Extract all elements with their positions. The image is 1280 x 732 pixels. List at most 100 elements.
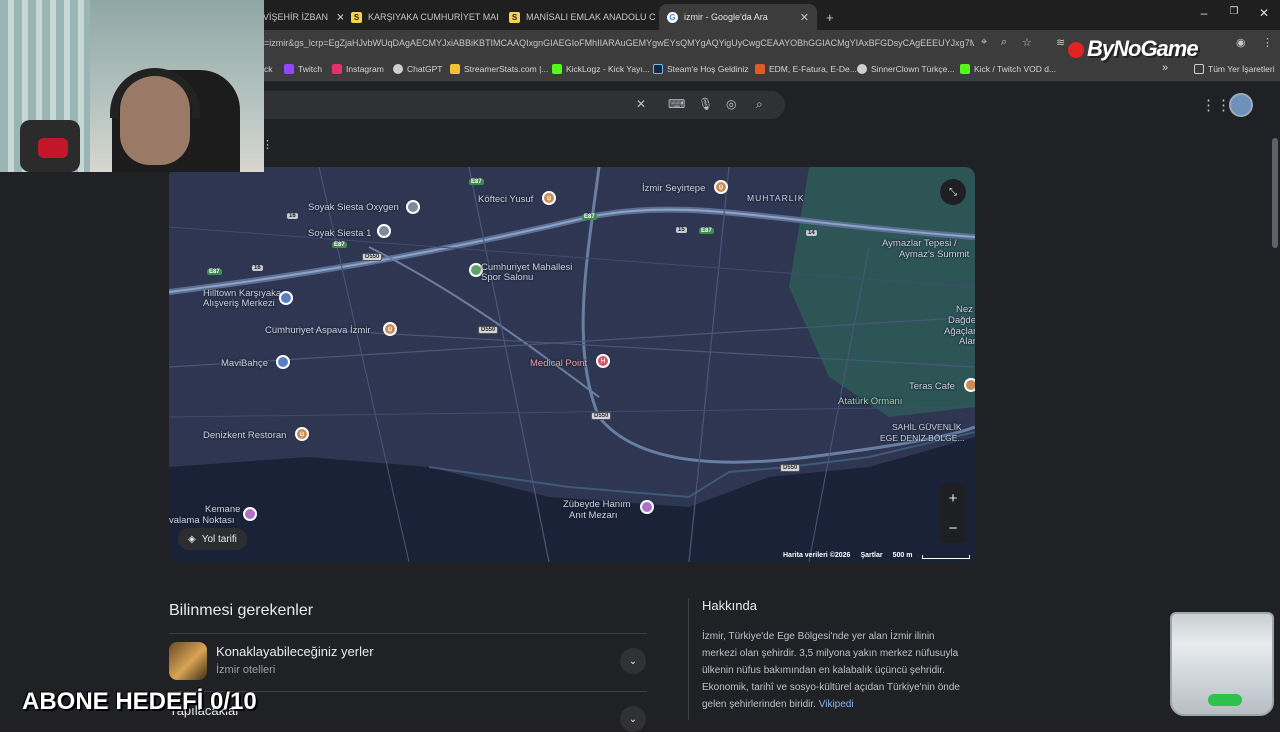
map-label[interactable]: SAHİL GÜVENLİK: [892, 422, 962, 432]
road-shield: E87: [207, 269, 222, 275]
search-icon[interactable]: ⌕: [756, 97, 763, 112]
map-label[interactable]: Teras Cafe: [909, 381, 955, 392]
bookmark-star-icon[interactable]: ☆: [1022, 36, 1032, 49]
chevron-down-icon[interactable]: ⌄: [620, 706, 646, 732]
bookmark-steam[interactable]: Steam'e Hoş Geldiniz: [653, 64, 748, 74]
tab-google-search[interactable]: G izmir - Google'da Ara ✕: [659, 4, 817, 30]
wikipedia-link[interactable]: Vikipedi: [819, 699, 854, 710]
map-label[interactable]: EGE DENİZ BÖLGE...: [880, 433, 965, 443]
about-title: Hakkında: [702, 598, 757, 613]
tab-karsiyaka[interactable]: S KARŞIYAKA CUMHURİYET MAH ✕: [343, 4, 498, 30]
bookmark-chatgpt[interactable]: ChatGPT: [393, 64, 442, 74]
road-shield: 14: [806, 230, 817, 236]
logo-text: ByNoGame: [1087, 36, 1198, 61]
lens-icon[interactable]: ◎: [726, 97, 736, 111]
tab-izban[interactable]: VİŞEHİR İZBAN ✕: [255, 4, 343, 30]
map-label[interactable]: Köfteci Yusuf: [478, 194, 533, 205]
zoom-out-button[interactable]: −: [940, 513, 966, 543]
map-label[interactable]: Atatürk Ormanı: [838, 396, 902, 407]
map-label[interactable]: Alışveriş Merkezi: [203, 298, 275, 309]
restaurant-pin-icon[interactable]: ψ: [714, 180, 728, 194]
keyboard-icon[interactable]: ⌨: [668, 97, 685, 111]
search-input[interactable]: ✕ ⌨ 🎙 ◎ ⌕: [250, 91, 785, 119]
terms-link[interactable]: Şartlar: [860, 552, 882, 559]
address-bar[interactable]: =izmir&gs_lcrp=EgZjaHJvbWUqDAgAECMYJxiAB…: [264, 38, 974, 48]
road-shield: D550: [591, 412, 611, 420]
tab-label: izmir - Google'da Ara: [684, 12, 768, 22]
kicklogz-icon: [552, 64, 562, 74]
minimize-button[interactable]: –: [1194, 6, 1214, 20]
microphone-icon[interactable]: 🎙: [698, 97, 713, 111]
bookmark-instagram[interactable]: Instagram: [332, 64, 384, 74]
map-data-credit: Harita verileri ©2026: [783, 552, 850, 559]
bookmark-edm[interactable]: EDM, E-Fatura, E-De...: [755, 64, 857, 74]
shopping-pin-icon[interactable]: [276, 355, 290, 369]
map-label[interactable]: Medical Point: [530, 358, 587, 369]
scrollbar-thumb[interactable]: [1272, 138, 1278, 248]
map-label[interactable]: Anıt Mezarı: [569, 510, 618, 521]
bookmarks-overflow-button[interactable]: »: [1162, 62, 1168, 74]
new-tab-button[interactable]: +: [818, 4, 840, 30]
bookmark-ck[interactable]: ck: [264, 64, 273, 74]
instagram-icon: [332, 64, 342, 74]
cafe-pin-icon[interactable]: [964, 378, 975, 392]
zoom-in-button[interactable]: +: [940, 483, 966, 513]
maximize-button[interactable]: ❐: [1224, 6, 1244, 17]
map-label[interactable]: Soyak Siesta Oxygen: [308, 202, 399, 213]
landmark-pin-icon[interactable]: [640, 500, 654, 514]
bookmark-streamerstats[interactable]: StreamerStats.com |...: [450, 64, 548, 74]
map-attribution: Harita verileri ©2026 Şartlar 500 m: [783, 552, 970, 559]
zoom-icon[interactable]: ⌕: [1001, 36, 1007, 49]
chatgpt-icon: [393, 64, 403, 74]
map-label[interactable]: İzmir Seyirtepe: [642, 183, 705, 194]
avatar[interactable]: [1229, 93, 1253, 117]
map-panel[interactable]: Soyak Siesta Oxygen Soyak Siesta 1 Köfte…: [169, 167, 975, 562]
shopping-pin-icon[interactable]: [279, 291, 293, 305]
close-window-button[interactable]: ✕: [1254, 6, 1274, 20]
map-label[interactable]: Soyak Siesta 1: [308, 228, 371, 239]
tab-manisali[interactable]: S MANİSALI EMLAK ANADOLU C ✕: [501, 4, 656, 30]
map-label[interactable]: Kemane: [205, 504, 240, 515]
bookmark-kicklogz[interactable]: KickLogz - Kick Yayı...: [552, 64, 650, 74]
bookmark-label: ck: [264, 64, 273, 74]
chevron-down-icon[interactable]: ⌄: [620, 648, 646, 674]
map-label[interactable]: Cumhuriyet Aspava İzmir: [265, 325, 371, 336]
map-label[interactable]: Aymazlar Tepesi /: [882, 238, 957, 249]
map-label[interactable]: Aymaz's Summit: [899, 249, 969, 260]
profile-icon[interactable]: ◉: [1236, 36, 1246, 49]
directions-icon: ◈: [188, 534, 196, 545]
map-label: MUHTARLIK: [747, 193, 805, 203]
hospital-pin-icon[interactable]: H: [596, 354, 610, 368]
map-label[interactable]: MaviBahçe: [221, 358, 268, 369]
restaurant-pin-icon[interactable]: ψ: [383, 322, 397, 336]
map-label[interactable]: Denizkent Restoran: [203, 430, 286, 441]
map-label[interactable]: Spor Salonu: [481, 272, 533, 283]
menu-icon[interactable]: ⋮: [1262, 36, 1273, 49]
road-shield: D550: [478, 326, 498, 334]
bookmark-label: Instagram: [346, 64, 384, 74]
location-icon[interactable]: ⌖: [981, 36, 987, 49]
extension-icon[interactable]: ≋: [1056, 36, 1065, 49]
lodging-pin-icon[interactable]: [377, 224, 391, 238]
collapse-map-button[interactable]: ⤡: [940, 179, 966, 205]
steam-icon: [653, 64, 663, 74]
camera-pin-icon[interactable]: [243, 507, 257, 521]
restaurant-pin-icon[interactable]: ψ: [542, 191, 556, 205]
directions-button[interactable]: ◈ Yol tarifi: [178, 528, 247, 550]
all-bookmarks-folder[interactable]: Tüm Yer İşaretleri: [1194, 64, 1275, 74]
close-tab-icon[interactable]: ✕: [328, 11, 343, 24]
bookmark-twitch[interactable]: Twitch: [284, 64, 322, 74]
webcam-overlay: [0, 0, 264, 172]
lodging-pin-icon[interactable]: [406, 200, 420, 214]
hotel-thumbnail[interactable]: [169, 642, 207, 680]
close-tab-icon[interactable]: ✕: [792, 11, 809, 24]
accommodation-title[interactable]: Konaklayabileceğiniz yerler: [216, 644, 374, 659]
restaurant-pin-icon[interactable]: ψ: [295, 427, 309, 441]
bookmark-sinnerclown[interactable]: SinnerClown Türkçe...: [857, 64, 954, 74]
map-label[interactable]: valama Noktası: [169, 515, 234, 526]
map-label[interactable]: Zübeyde Hanım: [563, 499, 631, 510]
bookmark-kick-vod[interactable]: Kick / Twitch VOD d...: [960, 64, 1056, 74]
coin-icon: [1208, 694, 1242, 706]
directions-label: Yol tarifi: [202, 534, 237, 545]
clear-search-icon[interactable]: ✕: [636, 97, 646, 111]
